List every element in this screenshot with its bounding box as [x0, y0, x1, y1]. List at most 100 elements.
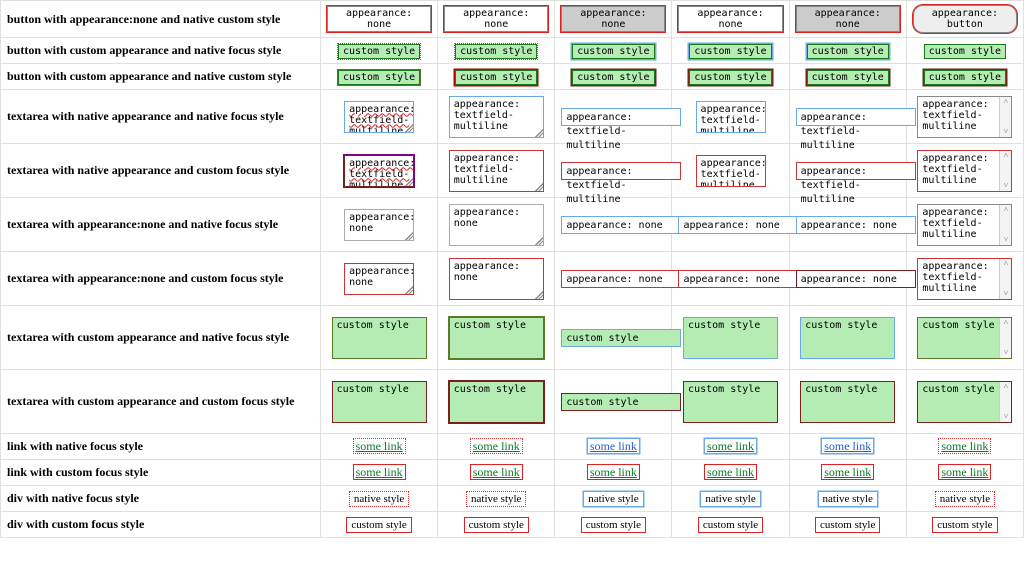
link[interactable]: some link [588, 439, 639, 453]
row-label: button with appearance:none and native c… [1, 1, 321, 38]
resize-handle-icon[interactable] [405, 232, 413, 240]
textarea-native[interactable]: appearance: textfield- multiline [449, 96, 544, 138]
button-appearance-button[interactable]: appearance: button [913, 5, 1017, 33]
resize-handle-icon[interactable] [405, 286, 413, 294]
textarea-none[interactable]: appearance: none [449, 204, 544, 246]
button-custom-style[interactable]: custom style [572, 44, 654, 59]
button-custom-style[interactable]: custom style [807, 70, 889, 85]
textarea-none[interactable]: appearance: none [678, 216, 798, 234]
scrollbar-icon[interactable]: ˄˅ [999, 97, 1011, 137]
div-custom[interactable]: custom style [582, 518, 645, 532]
textarea-none[interactable]: appearance: none [344, 263, 414, 295]
textarea-none[interactable]: appearance: none [561, 270, 681, 288]
textarea-none[interactable]: appearance: textfield- multiline˄˅ [917, 258, 1012, 300]
textarea-native[interactable]: appearance: textfield- multiline [696, 155, 766, 187]
div-native[interactable]: native style [819, 492, 877, 506]
textarea-native[interactable]: appearance: textfield- multiline [344, 155, 414, 187]
textarea-native[interactable]: appearance: textfield-multiline [561, 162, 681, 180]
div-native[interactable]: native style [701, 492, 759, 506]
button-appearance-none[interactable]: appearance: none [561, 6, 665, 32]
link[interactable]: some link [705, 439, 756, 453]
resize-handle-icon[interactable] [535, 183, 543, 191]
scrollbar-icon[interactable]: ˄˅ [999, 382, 1011, 422]
textarea-custom[interactable]: custom style [683, 317, 778, 359]
button-appearance-none[interactable]: appearance: none [796, 6, 900, 32]
textarea-native[interactable]: appearance: textfield- multiline˄˅ [917, 96, 1012, 138]
textarea-none[interactable]: appearance: none [678, 270, 798, 288]
scrollbar-icon[interactable]: ˄˅ [999, 259, 1011, 299]
button-custom-style[interactable]: custom style [924, 44, 1006, 59]
div-custom[interactable]: custom style [933, 518, 996, 532]
resize-handle-icon[interactable] [535, 129, 543, 137]
textarea-custom[interactable]: custom style [449, 381, 544, 423]
div-custom[interactable]: custom style [699, 518, 762, 532]
button-custom-style[interactable]: custom style [338, 44, 420, 59]
scrollbar-icon[interactable]: ˄˅ [999, 318, 1011, 358]
link[interactable]: some link [471, 439, 522, 453]
link[interactable]: some link [471, 465, 522, 479]
div-custom[interactable]: custom style [347, 518, 410, 532]
textarea-native[interactable]: appearance: textfield- multiline [449, 150, 544, 192]
textarea-none[interactable]: appearance: none [344, 209, 414, 241]
textarea-custom[interactable]: custom style˄˅ [917, 317, 1012, 359]
button-custom-style[interactable]: custom style [455, 70, 537, 85]
button-custom-style[interactable]: custom style [455, 44, 537, 59]
link[interactable]: some link [705, 465, 756, 479]
textarea-custom[interactable]: custom style [683, 381, 778, 423]
scrollbar-icon[interactable]: ˄˅ [999, 205, 1011, 245]
button-appearance-none[interactable]: appearance: none [444, 6, 548, 32]
textarea-none[interactable]: appearance: textfield- multiline˄˅ [917, 204, 1012, 246]
link[interactable]: some link [588, 465, 639, 479]
textarea-custom[interactable]: custom style˄˅ [917, 381, 1012, 423]
textarea-custom[interactable]: custom style [800, 381, 895, 423]
textarea-none[interactable]: appearance: none [561, 216, 681, 234]
textarea-native[interactable]: appearance: textfield-multiline [561, 108, 681, 126]
textarea-custom[interactable]: custom style [332, 381, 427, 423]
button-custom-style[interactable]: custom style [338, 70, 420, 85]
div-custom[interactable]: custom style [465, 518, 528, 532]
div-native[interactable]: native style [467, 492, 525, 506]
link[interactable]: some link [939, 439, 990, 453]
link[interactable]: some link [354, 439, 405, 453]
textarea-native[interactable]: appearance: textfield-multiline [796, 162, 916, 180]
row-label: link with custom focus style [1, 460, 321, 486]
resize-handle-icon[interactable] [535, 237, 543, 245]
link[interactable]: some link [939, 465, 990, 479]
button-custom-style[interactable]: custom style [689, 70, 771, 85]
div-native[interactable]: native style [936, 492, 994, 506]
textarea-none[interactable]: appearance: none [796, 216, 916, 234]
button-appearance-none[interactable]: appearance: none [327, 6, 431, 32]
link[interactable]: some link [354, 465, 405, 479]
div-native[interactable]: native style [584, 492, 642, 506]
row-label: textarea with custom appearance and nati… [1, 306, 321, 370]
link[interactable]: some link [822, 465, 873, 479]
row-label: link with native focus style [1, 434, 321, 460]
button-custom-style[interactable]: custom style [924, 70, 1006, 85]
resize-handle-icon[interactable] [535, 291, 543, 299]
scrollbar-icon[interactable]: ˄˅ [999, 151, 1011, 191]
div-native[interactable]: native style [350, 492, 408, 506]
textarea-custom[interactable]: custom style [561, 329, 681, 347]
div-custom[interactable]: custom style [816, 518, 879, 532]
button-custom-style[interactable]: custom style [689, 44, 771, 59]
link[interactable]: some link [822, 439, 873, 453]
resize-handle-icon[interactable] [405, 124, 413, 132]
textarea-none[interactable]: appearance: none [796, 270, 916, 288]
textarea-native[interactable]: appearance: textfield- multiline [696, 101, 766, 133]
button-custom-style[interactable]: custom style [807, 44, 889, 59]
textarea-custom[interactable]: custom style [449, 317, 544, 359]
textarea-native[interactable]: appearance: textfield- multiline [344, 101, 414, 133]
resize-handle-icon[interactable] [405, 178, 413, 186]
row-label: div with custom focus style [1, 512, 321, 538]
row-label: textarea with native appearance and nati… [1, 90, 321, 144]
button-custom-style[interactable]: custom style [572, 70, 654, 85]
row-label: textarea with custom appearance and cust… [1, 370, 321, 434]
textarea-native[interactable]: appearance: textfield-multiline [796, 108, 916, 126]
textarea-custom[interactable]: custom style [332, 317, 427, 359]
button-appearance-none[interactable]: appearance: none [678, 6, 782, 32]
textarea-custom[interactable]: custom style [561, 393, 681, 411]
row-label: textarea with appearance:none and native… [1, 198, 321, 252]
textarea-none[interactable]: appearance: none [449, 258, 544, 300]
textarea-native[interactable]: appearance: textfield- multiline˄˅ [917, 150, 1012, 192]
textarea-custom[interactable]: custom style [800, 317, 895, 359]
